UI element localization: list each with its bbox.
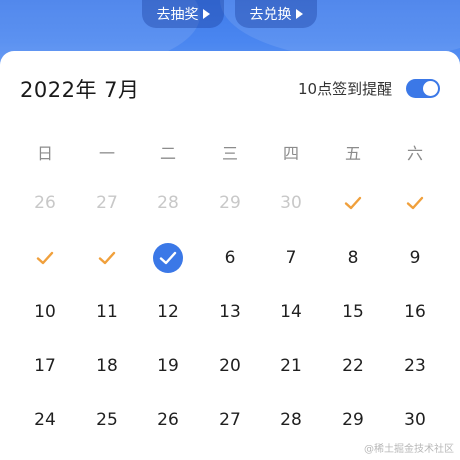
calendar-day-signed[interactable] bbox=[25, 242, 65, 274]
reminder-label: 10点签到提醒 bbox=[298, 80, 393, 98]
calendar-day[interactable]: 11 bbox=[87, 296, 127, 328]
lottery-button-label: 去抽奖 bbox=[156, 7, 199, 23]
calendar-day[interactable]: 16 bbox=[395, 296, 435, 328]
calendar-day[interactable]: 9 bbox=[395, 242, 435, 274]
calendar-day[interactable]: 19 bbox=[148, 350, 188, 382]
calendar-day[interactable]: 7 bbox=[271, 242, 311, 274]
calendar-day[interactable]: 13 bbox=[210, 296, 250, 328]
play-arrow-icon bbox=[202, 9, 210, 19]
calendar-day-outside[interactable]: 29 bbox=[210, 187, 250, 219]
calendar-day-today[interactable] bbox=[148, 242, 188, 274]
calendar-day[interactable]: 10 bbox=[25, 296, 65, 328]
calendar-day[interactable]: 20 bbox=[210, 350, 250, 382]
calendar-day[interactable]: 6 bbox=[210, 242, 250, 274]
calendar-day[interactable]: 23 bbox=[395, 350, 435, 382]
selected-check-icon bbox=[153, 243, 183, 273]
lottery-button[interactable]: 去抽奖 bbox=[142, 0, 224, 28]
calendar-day-signed[interactable] bbox=[87, 242, 127, 274]
calendar-day[interactable]: 18 bbox=[87, 350, 127, 382]
calendar-day-outside[interactable]: 28 bbox=[148, 187, 188, 219]
weekday-label: 五 bbox=[344, 144, 361, 163]
calendar-day[interactable]: 30 bbox=[395, 404, 435, 436]
calendar-day[interactable]: 14 bbox=[271, 296, 311, 328]
calendar-day-outside[interactable]: 26 bbox=[25, 187, 65, 219]
checkmark-icon bbox=[406, 196, 424, 210]
checkmark-icon bbox=[98, 251, 116, 265]
calendar-day[interactable]: 29 bbox=[333, 404, 373, 436]
calendar-day[interactable]: 25 bbox=[87, 404, 127, 436]
weekday-label: 一 bbox=[98, 144, 115, 163]
calendar-day[interactable]: 28 bbox=[271, 404, 311, 436]
weekday-label: 三 bbox=[221, 144, 238, 163]
weekday-label: 四 bbox=[282, 144, 299, 163]
exchange-button[interactable]: 去兑换 bbox=[235, 0, 317, 28]
toggle-knob bbox=[423, 81, 438, 96]
calendar-day[interactable]: 21 bbox=[271, 350, 311, 382]
calendar-day[interactable]: 8 bbox=[333, 242, 373, 274]
reminder-toggle[interactable] bbox=[406, 79, 440, 98]
calendar-day[interactable]: 26 bbox=[148, 404, 188, 436]
calendar-day-signed[interactable] bbox=[395, 187, 435, 219]
play-arrow-icon bbox=[295, 9, 303, 19]
calendar-day-outside[interactable]: 30 bbox=[271, 187, 311, 219]
calendar-day[interactable]: 17 bbox=[25, 350, 65, 382]
calendar-day[interactable]: 24 bbox=[25, 404, 65, 436]
calendar-day[interactable]: 12 bbox=[148, 296, 188, 328]
calendar-day[interactable]: 22 bbox=[333, 350, 373, 382]
weekday-label: 日 bbox=[36, 144, 53, 163]
weekday-label: 六 bbox=[406, 144, 423, 163]
checkmark-icon bbox=[344, 196, 362, 210]
calendar-day-signed[interactable] bbox=[333, 187, 373, 219]
calendar-day-outside[interactable]: 27 bbox=[87, 187, 127, 219]
month-title: 2022年 7月 bbox=[20, 78, 140, 102]
calendar-day[interactable]: 27 bbox=[210, 404, 250, 436]
checkmark-icon bbox=[36, 251, 54, 265]
weekday-label: 二 bbox=[159, 144, 176, 163]
watermark: @稀土掘金技术社区 bbox=[364, 444, 454, 455]
exchange-button-label: 去兑换 bbox=[249, 7, 292, 23]
calendar-day[interactable]: 15 bbox=[333, 296, 373, 328]
